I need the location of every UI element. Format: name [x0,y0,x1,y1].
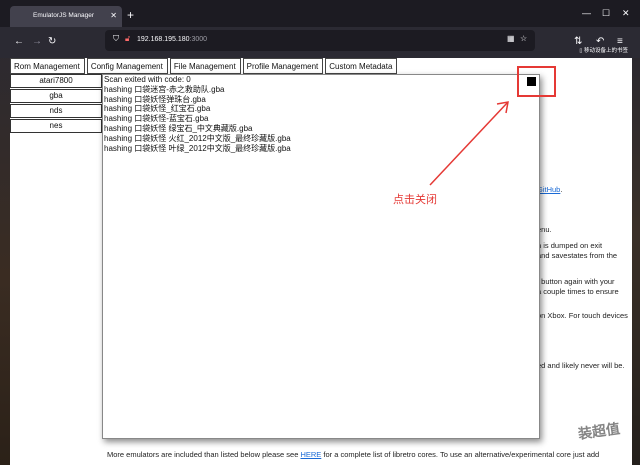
bg-line-xbox: on Xbox. For touch devices [537,311,628,320]
system-item-atari7800[interactable]: atari7800 [10,74,102,88]
desktop-background-left [0,0,10,465]
log-line: hashing 口袋妖怪弹珠台.gba [104,94,206,104]
new-tab-button[interactable]: + [127,8,134,22]
tab-config-management[interactable]: Config Management [86,58,168,74]
log-line: Scan exited with code: 0 [104,75,191,84]
browser-tab[interactable]: EmulatorJS Manager ✕ [10,6,122,27]
here-link[interactable]: HERE [300,450,321,459]
mobile-bookmarks-link[interactable]: ▯ 移动设备上的书签 [579,46,628,54]
tab-profile-management[interactable]: Profile Management [242,58,324,74]
management-tabs: Rom Management Config Management File Ma… [10,58,399,74]
footer-text: More emulators are included than listed … [107,450,600,459]
system-item-nes[interactable]: nes [10,119,102,133]
log-line: hashing 口袋迷宫-赤之救助队.gba [104,84,225,94]
maximize-icon[interactable]: ☐ [602,8,610,19]
tab-rom-management[interactable]: Rom Management [10,58,85,74]
log-line: hashing 口袋妖怪_红宝石.gba [104,104,211,114]
bookmarks-bar [0,43,640,58]
page-content: Rom Management Config Management File Ma… [10,58,632,465]
log-line: hashing 口袋妖怪-蓝宝石.gba [104,114,209,124]
minimize-icon[interactable]: — [582,8,591,18]
github-link-text: GitHub. [537,185,563,194]
browser-tab-bar: EmulatorJS Manager ✕ + — ☐ ✕ [0,0,640,27]
system-item-nds[interactable]: nds [10,104,102,118]
bg-line-dumped-2: and savestates from the [537,251,618,260]
bookmark-star-icon[interactable]: ☆ [520,34,527,43]
bg-line-never: ed and likely never will be. [537,361,625,370]
github-link[interactable]: GitHub [537,185,560,194]
annotation-highlight-box [517,66,556,97]
bg-line-dumped-1: n is dumped on exit [537,241,603,250]
tab-close-icon[interactable]: ✕ [110,11,117,20]
window-close-icon[interactable]: ✕ [622,8,630,19]
tab-custom-metadata[interactable]: Custom Metadata [325,58,398,74]
system-item-gba[interactable]: gba [10,89,102,103]
bg-line-button-2: a couple times to ensure [537,287,619,296]
log-line: hashing 口袋妖怪 绿宝石_中文典藏版.gba [104,123,253,133]
bg-line-button-1: t button again with your [537,277,615,286]
log-line: hashing 口袋妖怪 火红_2012中文版_最终珍藏版.gba [104,133,291,143]
tab-title: EmulatorJS Manager [33,12,95,19]
log-line: hashing 口袋妖怪 叶绿_2012中文版_最终珍藏版.gba [104,143,291,153]
scan-log-modal: Scan exited with code: 0 hashing 口袋迷宫-赤之… [102,74,540,439]
tab-file-management[interactable]: File Management [169,58,241,74]
qr-code-icon[interactable]: ▦ [507,34,515,43]
url-text[interactable]: 192.168.195.180:3000 [137,36,207,43]
annotation-text: 点击关闭 [393,194,437,206]
system-list: atari7800 gba nds nes [10,74,102,134]
